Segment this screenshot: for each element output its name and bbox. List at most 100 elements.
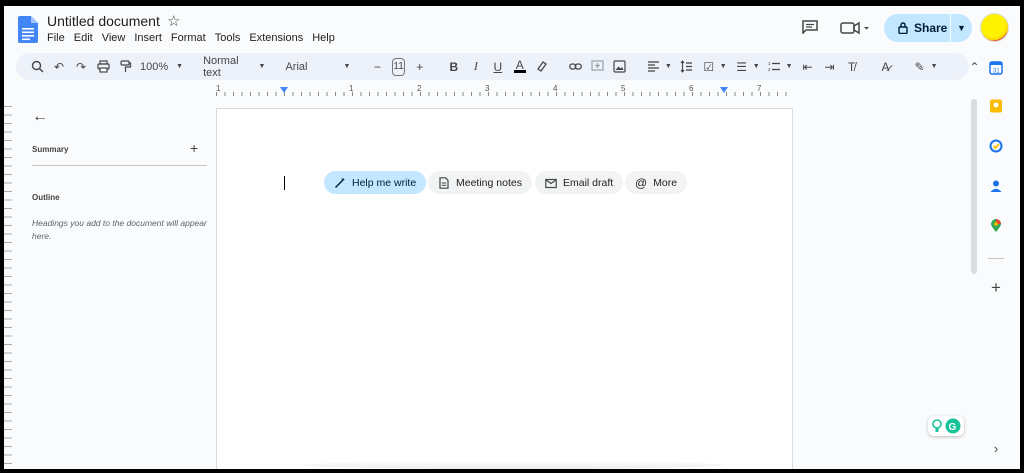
chip-label: Meeting notes bbox=[456, 176, 522, 189]
share-button[interactable]: Share bbox=[884, 14, 950, 42]
magic-pen-icon bbox=[335, 177, 345, 188]
caret-down-icon[interactable]: ▼ bbox=[786, 63, 793, 70]
svg-text:31: 31 bbox=[993, 69, 1000, 75]
increase-font-size-button[interactable]: + bbox=[409, 56, 431, 78]
numbered-list-icon[interactable]: 12 bbox=[764, 56, 786, 78]
maps-icon[interactable] bbox=[982, 216, 1010, 236]
comment-history-icon[interactable] bbox=[802, 20, 818, 34]
style-dropdown[interactable]: Normal text ▼ bbox=[199, 55, 269, 79]
zoom-value: 100% bbox=[140, 60, 169, 73]
docs-window: Untitled document ☆ File Edit View Inser… bbox=[4, 6, 1020, 469]
caret-down-icon[interactable]: ▼ bbox=[753, 63, 760, 70]
checklist-icon[interactable]: ☑ bbox=[698, 56, 720, 78]
menu-help[interactable]: Help bbox=[312, 32, 340, 44]
grammarly-icon: G bbox=[945, 418, 961, 434]
chip-label: Email draft bbox=[563, 176, 614, 189]
paint-format-icon[interactable] bbox=[114, 56, 136, 78]
outline-hint: Headings you add to the document will ap… bbox=[32, 218, 207, 241]
redo-icon[interactable]: ↷ bbox=[70, 56, 92, 78]
italic-icon[interactable]: I bbox=[465, 56, 487, 78]
spelling-check-icon[interactable]: A̷ bbox=[875, 56, 897, 78]
email-icon bbox=[545, 178, 557, 188]
menu-file[interactable]: File bbox=[47, 32, 70, 44]
caret-down-icon[interactable]: ▼ bbox=[931, 63, 938, 70]
menu-edit[interactable]: Edit bbox=[74, 32, 98, 44]
caret-down-icon: ▼ bbox=[343, 63, 351, 70]
svg-text:1: 1 bbox=[768, 61, 771, 66]
horizontal-ruler[interactable]: 1 1 2 3 4 5 6 7 bbox=[216, 84, 791, 96]
email-draft-chip[interactable]: Email draft bbox=[535, 171, 624, 194]
underline-icon[interactable]: U bbox=[487, 56, 509, 78]
highlight-color-icon[interactable] bbox=[531, 56, 553, 78]
add-summary-icon[interactable]: + bbox=[190, 140, 198, 156]
lock-icon bbox=[898, 22, 908, 34]
svg-text:G: G bbox=[949, 422, 957, 433]
side-panel-rail: 31 + › bbox=[982, 56, 1010, 456]
contacts-icon[interactable] bbox=[982, 176, 1010, 196]
star-icon[interactable]: ☆ bbox=[167, 12, 180, 30]
add-comment-icon[interactable] bbox=[587, 56, 609, 78]
document-title[interactable]: Untitled document bbox=[47, 13, 160, 29]
text-cursor bbox=[284, 176, 285, 190]
left-indent-marker[interactable] bbox=[280, 87, 288, 93]
summary-label: Summary bbox=[32, 145, 69, 154]
close-outline-arrow-icon[interactable]: ← bbox=[32, 108, 48, 126]
menu-tools[interactable]: Tools bbox=[215, 32, 246, 44]
docs-logo-icon[interactable] bbox=[18, 16, 38, 43]
decrease-font-size-button[interactable]: − bbox=[366, 56, 388, 78]
document-icon bbox=[439, 176, 449, 189]
keep-icon[interactable] bbox=[982, 96, 1010, 116]
formatting-toolbar: ↶ ↷ 100% ▼ Normal text ▼ Arial ▼ − 11 + B I… bbox=[16, 53, 980, 80]
get-addons-plus-icon[interactable]: + bbox=[982, 278, 1010, 298]
font-dropdown[interactable]: Arial ▼ bbox=[281, 61, 354, 73]
show-side-panel-chevron-icon[interactable]: › bbox=[982, 438, 1010, 458]
editing-mode-icon[interactable]: ✎ bbox=[909, 56, 931, 78]
insert-image-icon[interactable] bbox=[609, 56, 631, 78]
font-value: Arial bbox=[285, 60, 308, 73]
menu-insert[interactable]: Insert bbox=[134, 32, 167, 44]
undo-icon[interactable]: ↶ bbox=[48, 56, 70, 78]
share-dropdown-icon[interactable]: ▼ bbox=[951, 23, 972, 33]
clear-formatting-icon[interactable]: T̸ bbox=[841, 56, 863, 78]
tasks-icon[interactable] bbox=[982, 136, 1010, 156]
share-label: Share bbox=[914, 21, 948, 35]
menu-format[interactable]: Format bbox=[171, 32, 211, 44]
right-indent-marker[interactable] bbox=[720, 87, 728, 93]
menu-bar: File Edit View Insert Format Tools Exten… bbox=[47, 32, 344, 44]
style-value: Normal text bbox=[203, 54, 239, 79]
insert-link-icon[interactable] bbox=[565, 56, 587, 78]
font-size-input[interactable]: 11 bbox=[392, 57, 405, 76]
decrease-indent-icon[interactable]: ⇤ bbox=[797, 56, 819, 78]
meet-icon[interactable] bbox=[840, 20, 870, 36]
search-menus-icon[interactable] bbox=[26, 56, 48, 78]
caret-down-icon: ▼ bbox=[258, 63, 266, 70]
caret-down-icon[interactable]: ▼ bbox=[665, 63, 672, 70]
caret-down-icon[interactable]: ▼ bbox=[720, 63, 727, 70]
document-page[interactable] bbox=[216, 108, 793, 469]
chip-label: Help me write bbox=[352, 176, 417, 189]
at-sign-icon: @ bbox=[635, 175, 648, 190]
help-me-write-chip[interactable]: Help me write bbox=[324, 171, 427, 194]
menu-view[interactable]: View bbox=[102, 32, 131, 44]
bold-icon[interactable]: B bbox=[443, 56, 465, 78]
calendar-icon[interactable]: 31 bbox=[982, 58, 1010, 78]
text-color-icon[interactable]: A bbox=[509, 56, 531, 78]
print-icon[interactable] bbox=[92, 56, 114, 78]
vertical-scrollbar[interactable] bbox=[971, 99, 977, 274]
line-spacing-icon[interactable] bbox=[676, 56, 698, 78]
meeting-notes-chip[interactable]: Meeting notes bbox=[428, 171, 532, 194]
share-button-group: Share ▼ bbox=[884, 14, 972, 42]
vertical-ruler[interactable] bbox=[4, 106, 12, 469]
avatar[interactable] bbox=[980, 13, 1009, 42]
more-chip[interactable]: @ More bbox=[625, 171, 688, 194]
caret-down-icon: ▼ bbox=[176, 63, 184, 70]
align-left-icon[interactable] bbox=[643, 56, 665, 78]
increase-indent-icon[interactable]: ⇥ bbox=[819, 56, 841, 78]
zoom-dropdown[interactable]: 100% ▼ bbox=[136, 61, 187, 73]
bulleted-list-icon[interactable]: ☰ bbox=[731, 56, 753, 78]
lightbulb-icon bbox=[932, 419, 942, 432]
svg-text:2: 2 bbox=[768, 67, 771, 72]
chip-label: More bbox=[653, 176, 678, 189]
menu-extensions[interactable]: Extensions bbox=[249, 32, 308, 44]
grammarly-widget[interactable]: G bbox=[928, 416, 964, 436]
